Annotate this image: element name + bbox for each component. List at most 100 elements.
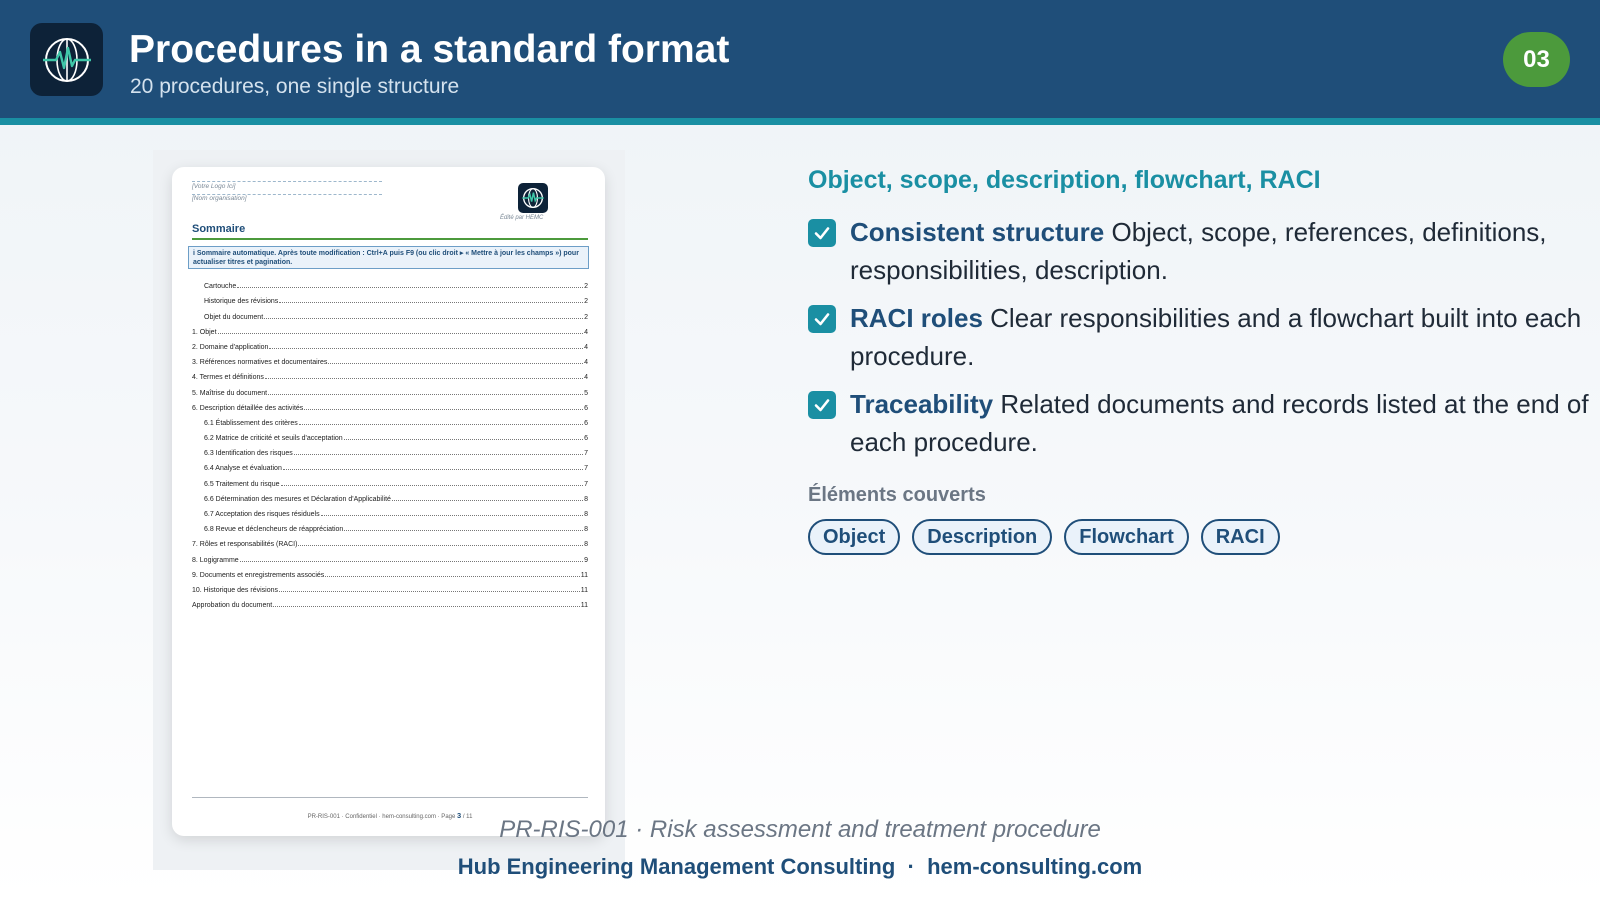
company-footer: Hub Engineering Management Consulting · … bbox=[0, 854, 1600, 880]
feature-item: Consistent structure Object, scope, refe… bbox=[808, 213, 1598, 289]
toc-entry-label: 10. Historique des révisions bbox=[192, 586, 278, 594]
toc-row: Historique des révisions 2 bbox=[192, 290, 588, 305]
toc-entry-page: 7 bbox=[584, 465, 588, 473]
toc-row: 5. Maîtrise du document 5 bbox=[192, 381, 588, 397]
toc-leader-dots bbox=[268, 393, 584, 395]
globe-heartbeat-icon bbox=[42, 37, 91, 82]
toc-row: 1. Objet 4 bbox=[192, 321, 588, 336]
toc-leader-dots bbox=[279, 590, 580, 592]
toc-entry-page: 4 bbox=[584, 328, 588, 336]
toc-entry-label: Cartouche bbox=[204, 283, 237, 291]
toc-entry-label: 6.8 Revue et déclencheurs de réappréciat… bbox=[204, 526, 344, 534]
toc-entry-label: 5. Maîtrise du document bbox=[192, 389, 268, 397]
toc-leader-dots bbox=[279, 302, 584, 304]
toc-row: 9. Documents et enregistrements associés… bbox=[192, 564, 588, 579]
slide-number-badge: 03 bbox=[1503, 32, 1570, 87]
toc-entry-label: 6.5 Traitement du risque bbox=[204, 480, 280, 488]
toc-entry-page: 2 bbox=[584, 313, 588, 321]
toc-entry-page: 6 bbox=[584, 419, 588, 427]
toc-leader-dots bbox=[264, 317, 584, 319]
toc-row: 6.2 Matrice de criticité et seuils d'acc… bbox=[192, 427, 588, 442]
org-placeholder-text: [Nom organisation] bbox=[192, 195, 247, 202]
toc-entry-page: 6 bbox=[584, 404, 588, 412]
globe-heartbeat-icon bbox=[522, 188, 544, 208]
toc-leader-dots bbox=[304, 408, 584, 410]
toc-leader-dots bbox=[282, 469, 584, 471]
toc-entry-label: 6.3 Identification des risques bbox=[204, 450, 293, 458]
feature-text: Consistent structure Object, scope, refe… bbox=[850, 213, 1598, 289]
checkbox-checked-icon bbox=[808, 391, 836, 419]
edited-by-label: Édité par HEMC bbox=[500, 215, 544, 221]
toc-entry-page: 6 bbox=[584, 435, 588, 443]
chip-raci: RACI bbox=[1200, 519, 1280, 555]
toc-entry-page: 11 bbox=[580, 602, 588, 610]
toc-leader-dots bbox=[343, 439, 584, 441]
toc-row: Objet du document 2 bbox=[192, 305, 588, 321]
logo bbox=[30, 23, 103, 96]
page-title: Procedures in a standard format bbox=[129, 28, 730, 71]
footer-separator: · bbox=[907, 854, 915, 879]
chip-description: Description bbox=[912, 519, 1053, 555]
toc-leader-dots bbox=[273, 606, 580, 608]
toc-entry-page: 2 bbox=[584, 283, 588, 291]
checkbox-checked-icon bbox=[808, 305, 836, 333]
header-accent-stripe bbox=[0, 118, 1600, 125]
toc-entry-page: 8 bbox=[584, 526, 588, 534]
toc-entry-label: 6. Description détaillée des activités bbox=[192, 404, 304, 412]
toc-leader-dots bbox=[264, 378, 584, 380]
toc-row: 6.3 Identification des risques 7 bbox=[192, 442, 588, 457]
toc-leader-dots bbox=[269, 347, 584, 349]
toc-row: 4. Termes et définitions 4 bbox=[192, 366, 588, 381]
toc-leader-dots bbox=[293, 454, 584, 456]
toc-title: Sommaire bbox=[192, 223, 246, 235]
toc-entry-page: 2 bbox=[584, 298, 588, 306]
toc-entry-page: 11 bbox=[580, 586, 588, 594]
toc-row: Approbation du document 11 bbox=[192, 594, 588, 609]
toc-entry-label: 2. Domaine d'application bbox=[192, 343, 269, 351]
toc-leader-dots bbox=[325, 575, 580, 577]
toc-title-underline bbox=[192, 238, 588, 240]
page-subtitle: 20 procedures, one single structure bbox=[130, 75, 460, 98]
covered-elements-label: Éléments couverts bbox=[808, 484, 986, 506]
toc-entry-page: 7 bbox=[584, 480, 588, 488]
toc-row: 6.6 Détermination des mesures et Déclara… bbox=[192, 488, 588, 503]
company-website[interactable]: hem-consulting.com bbox=[927, 854, 1142, 879]
toc-row: 6. Description détaillée des activités 6 bbox=[192, 397, 588, 412]
header-bar: Procedures in a standard format 20 proce… bbox=[0, 0, 1600, 118]
section-title: Object, scope, description, flowchart, R… bbox=[808, 166, 1321, 194]
feature-title: RACI roles bbox=[850, 303, 983, 333]
feature-item: RACI roles Clear responsibilities and a … bbox=[808, 299, 1598, 375]
toc-entry-label: 6.4 Analyse et évaluation bbox=[204, 465, 282, 473]
toc-entry-label: 6.6 Détermination des mesures et Déclara… bbox=[204, 495, 391, 503]
toc-leader-dots bbox=[328, 363, 584, 365]
toc-row: 7. Rôles et responsabilités (RACI) 8 bbox=[192, 533, 588, 548]
toc-entry-page: 8 bbox=[584, 495, 588, 503]
covered-elements-chips: Object Description Flowchart RACI bbox=[808, 519, 1280, 555]
toc-row: 6.8 Revue et déclencheurs de réappréciat… bbox=[192, 518, 588, 533]
toc-entry-label: Historique des révisions bbox=[204, 298, 279, 306]
toc-leader-dots bbox=[237, 287, 584, 289]
toc-row: 6.4 Analyse et évaluation 7 bbox=[192, 457, 588, 472]
toc-entry-label: 8. Logigramme bbox=[192, 556, 239, 564]
toc-entry-page: 8 bbox=[584, 511, 588, 518]
toc-entry-page: 9 bbox=[584, 556, 588, 564]
toc-row: 3. Références normatives et documentaire… bbox=[192, 351, 588, 366]
document-preview: [Votre Logo Ici] [Nom organisation] Édit… bbox=[172, 167, 605, 836]
feature-item: Traceability Related documents and recor… bbox=[808, 385, 1598, 461]
toc-leader-dots bbox=[320, 515, 584, 516]
company-name: Hub Engineering Management Consulting bbox=[457, 854, 896, 879]
toc-entry-page: 4 bbox=[584, 374, 588, 382]
toc-leader-dots bbox=[391, 499, 584, 501]
toc-leader-dots bbox=[239, 560, 584, 562]
toc-leader-dots bbox=[280, 484, 584, 486]
toc-entry-label: 6.2 Matrice de criticité et seuils d'acc… bbox=[204, 435, 343, 443]
toc-entry-page: 7 bbox=[584, 450, 588, 458]
table-of-contents: Cartouche 2 Historique des révisions 2 Objet… bbox=[192, 275, 588, 609]
toc-entry-label: 4. Termes et définitions bbox=[192, 374, 264, 382]
toc-row: 6.5 Traitement du risque 7 bbox=[192, 472, 588, 488]
procedure-reference: PR-RIS-001 · Risk assessment and treatme… bbox=[499, 816, 1101, 843]
doc-logo bbox=[518, 183, 548, 213]
toc-entry-page: 8 bbox=[584, 541, 588, 549]
toc-row: 8. Logigramme 9 bbox=[192, 548, 588, 564]
chip-flowchart: Flowchart bbox=[1064, 519, 1189, 555]
